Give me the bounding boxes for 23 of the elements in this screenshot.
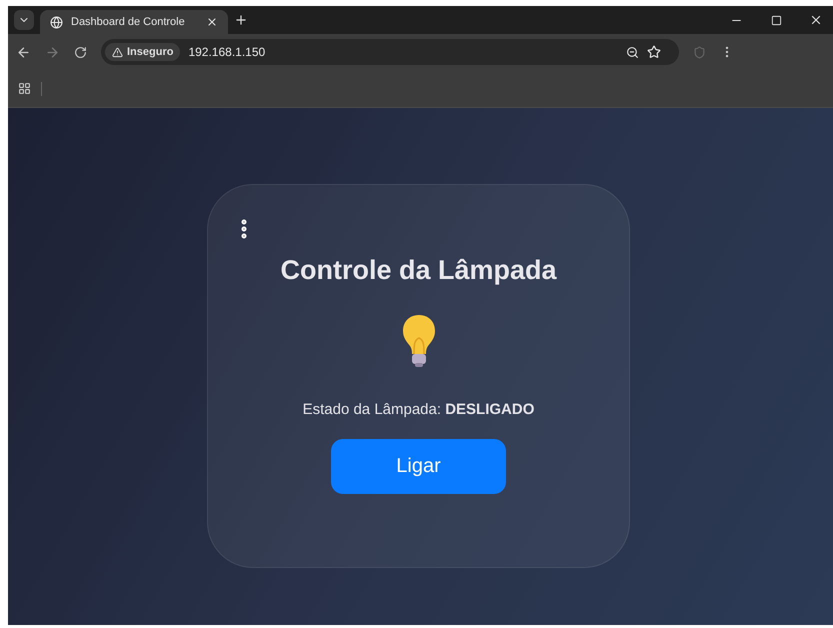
warning-icon (112, 46, 123, 58)
reload-icon[interactable] (74, 46, 87, 58)
star-icon[interactable] (647, 45, 661, 59)
zoom-icon[interactable] (626, 46, 639, 58)
new-tab-icon[interactable] (234, 13, 248, 27)
security-chip[interactable]: Inseguro (105, 43, 180, 61)
light-bulb-icon (400, 313, 436, 369)
browser-tab[interactable]: Dashboard de Controle (40, 10, 228, 34)
tab-title: Dashboard de Controle (71, 16, 186, 28)
security-label: Inseguro (127, 46, 174, 58)
card-title: Controle da Lâmpada (280, 255, 557, 286)
maximize-icon[interactable] (770, 14, 782, 26)
forward-icon[interactable] (45, 44, 60, 60)
close-window-icon[interactable] (809, 13, 823, 27)
apps-icon[interactable] (18, 82, 31, 95)
toggle-button[interactable]: Ligar (331, 439, 506, 494)
tab-search-button[interactable] (14, 10, 34, 30)
close-icon[interactable] (206, 16, 218, 28)
url-text: 192.168.1.150 (188, 45, 266, 59)
back-icon[interactable] (16, 44, 31, 60)
globe-icon (50, 16, 63, 28)
address-bar[interactable]: Inseguro 192.168.1.150 (101, 39, 679, 65)
lamp-status: Estado da Lâmpada: DESLIGADO (302, 401, 534, 418)
